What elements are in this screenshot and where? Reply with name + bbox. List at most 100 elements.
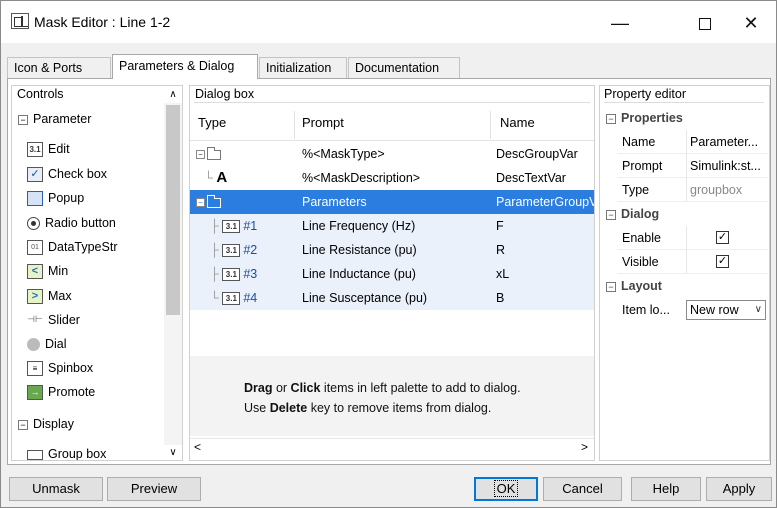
unmask-button[interactable]: Unmask: [9, 477, 103, 501]
dialog-row-line-resistance[interactable]: ├ 3.1 #2 Line Resistance (pu) R: [190, 238, 594, 262]
control-group-box[interactable]: Group box: [27, 443, 106, 460]
prop-row-visible[interactable]: Visible ✓: [618, 250, 768, 274]
tab-icon-ports[interactable]: Icon & Ports: [7, 57, 111, 78]
prop-row-name[interactable]: Name Parameter...: [618, 130, 768, 154]
tab-parameters-dialog[interactable]: Parameters & Dialog: [112, 54, 258, 79]
ok-button[interactable]: OK: [474, 477, 538, 501]
control-check-box[interactable]: ✓ Check box: [27, 163, 107, 185]
tab-documentation[interactable]: Documentation: [348, 57, 460, 78]
scroll-left-arrow[interactable]: <: [194, 440, 201, 454]
control-radio-button[interactable]: Radio button: [27, 212, 116, 234]
prop-row-item-location[interactable]: Item lo... New row ∨: [618, 298, 768, 322]
name-cell: R: [496, 243, 506, 257]
control-promote[interactable]: → Promote: [27, 381, 95, 403]
properties-section[interactable]: − Properties: [606, 108, 683, 128]
horizontal-scrollbar[interactable]: < >: [190, 438, 594, 456]
type-cell: ├ 3.1 #2: [210, 238, 257, 262]
name-cell: F: [496, 219, 504, 233]
control-popup[interactable]: Popup: [27, 187, 84, 209]
tab-initialization[interactable]: Initialization: [259, 57, 347, 78]
hint-line-1: Drag or Click items in left palette to a…: [244, 378, 521, 398]
control-label: Promote: [48, 385, 96, 399]
type-cell: └ 3.1 #4: [210, 286, 257, 310]
control-edit[interactable]: 3.1 Edit: [27, 138, 70, 160]
dialog-section[interactable]: − Dialog: [606, 204, 659, 224]
collapse-icon: −: [18, 419, 28, 430]
dialog-box-pane: Dialog box Type Prompt Name − %<MaskType…: [189, 85, 595, 461]
prop-row-enable[interactable]: Enable ✓: [618, 226, 768, 250]
control-label: Max: [48, 289, 72, 303]
prompt-cell: Line Susceptance (pu): [302, 291, 428, 305]
control-label: Dial: [45, 337, 67, 351]
mask-editor-window: Mask Editor : Line 1-2 — ✕ Icon & Ports …: [0, 0, 777, 508]
prop-value[interactable]: Parameter...: [686, 130, 768, 154]
hint-bold: Click: [290, 381, 321, 395]
row-number: #4: [243, 291, 258, 305]
dial-icon: [27, 338, 40, 352]
control-min[interactable]: < Min: [27, 260, 68, 282]
scroll-right-arrow[interactable]: >: [581, 440, 588, 454]
column-prompt[interactable]: Prompt: [302, 115, 344, 130]
groupbox-icon: [27, 449, 43, 460]
enable-checkbox[interactable]: ✓: [716, 231, 729, 244]
scroll-up-arrow[interactable]: ∧: [164, 86, 182, 103]
prompt-cell: Line Inductance (pu): [302, 267, 416, 281]
prop-key: Name: [622, 135, 656, 149]
name-cell: B: [496, 291, 505, 305]
dialog-row-mask-description[interactable]: └ A %<MaskDescription> DescTextVar: [190, 166, 594, 190]
prop-value[interactable]: Simulink:st...: [686, 154, 768, 178]
type-cell: └ A: [204, 166, 227, 190]
control-slider[interactable]: ⊣⊢ Slider: [27, 309, 80, 331]
help-button[interactable]: Help: [631, 477, 701, 501]
column-type[interactable]: Type: [198, 115, 226, 130]
layout-section[interactable]: − Layout: [606, 276, 662, 296]
collapse-icon[interactable]: −: [196, 150, 205, 160]
column-name[interactable]: Name: [500, 115, 535, 130]
maximize-button[interactable]: [682, 9, 728, 37]
control-spinbox[interactable]: ≡ Spinbox: [27, 357, 93, 379]
control-max[interactable]: > Max: [27, 285, 72, 307]
prop-key: Type: [622, 183, 650, 197]
name-cell: ParameterGroupVar: [496, 195, 594, 209]
scroll-down-arrow[interactable]: ∨: [164, 444, 182, 460]
collapse-icon[interactable]: −: [196, 198, 205, 208]
control-dial[interactable]: Dial: [27, 333, 67, 355]
prompt-cell: %<MaskDescription>: [302, 171, 421, 185]
row-number: #2: [243, 243, 258, 257]
prop-key: Enable: [622, 231, 661, 245]
parameter-section-label: Parameter: [33, 112, 92, 126]
hint-text: items in left palette to add to dialog.: [320, 381, 521, 395]
dialog-row-parameters[interactable]: − Parameters ParameterGroupVar: [190, 190, 594, 214]
vertical-scrollbar[interactable]: [164, 103, 182, 445]
apply-button[interactable]: Apply: [706, 477, 772, 501]
control-label: Slider: [48, 313, 80, 327]
prop-row-prompt[interactable]: Prompt Simulink:st...: [618, 154, 768, 178]
window-title: Mask Editor : Line 1-2: [34, 14, 171, 30]
display-section[interactable]: − Display: [18, 414, 74, 434]
collapse-icon: −: [606, 209, 616, 220]
column-divider[interactable]: [294, 111, 295, 139]
dialog-row-line-frequency[interactable]: ├ 3.1 #1 Line Frequency (Hz) F: [190, 214, 594, 238]
tree-connector: └: [204, 171, 213, 185]
cancel-button[interactable]: Cancel: [543, 477, 622, 501]
dialog-row-line-susceptance[interactable]: └ 3.1 #4 Line Susceptance (pu) B: [190, 286, 594, 310]
select-value: New row: [690, 303, 739, 317]
column-divider[interactable]: [490, 111, 491, 139]
controls-header: Controls: [12, 86, 182, 103]
prompt-cell: Line Resistance (pu): [302, 243, 417, 257]
checkbox-icon: ✓: [27, 167, 43, 183]
close-button[interactable]: ✕: [728, 9, 774, 37]
control-datatypestr[interactable]: 01 DataTypeStr: [27, 236, 117, 258]
dialog-row-line-inductance[interactable]: ├ 3.1 #3 Line Inductance (pu) xL: [190, 262, 594, 286]
prompt-cell: %<MaskType>: [302, 147, 385, 161]
minimize-button[interactable]: —: [597, 9, 643, 37]
item-location-select[interactable]: New row ∨: [686, 300, 766, 320]
datatype-icon: 01: [27, 240, 43, 256]
scrollbar-thumb[interactable]: [166, 105, 180, 315]
section-title: Layout: [621, 279, 662, 293]
visible-checkbox[interactable]: ✓: [716, 255, 729, 268]
preview-button[interactable]: Preview: [107, 477, 201, 501]
dialog-row-mask-type[interactable]: − %<MaskType> DescGroupVar: [190, 142, 594, 166]
row-number: #3: [243, 267, 258, 281]
parameter-section[interactable]: − Parameter: [18, 109, 91, 129]
